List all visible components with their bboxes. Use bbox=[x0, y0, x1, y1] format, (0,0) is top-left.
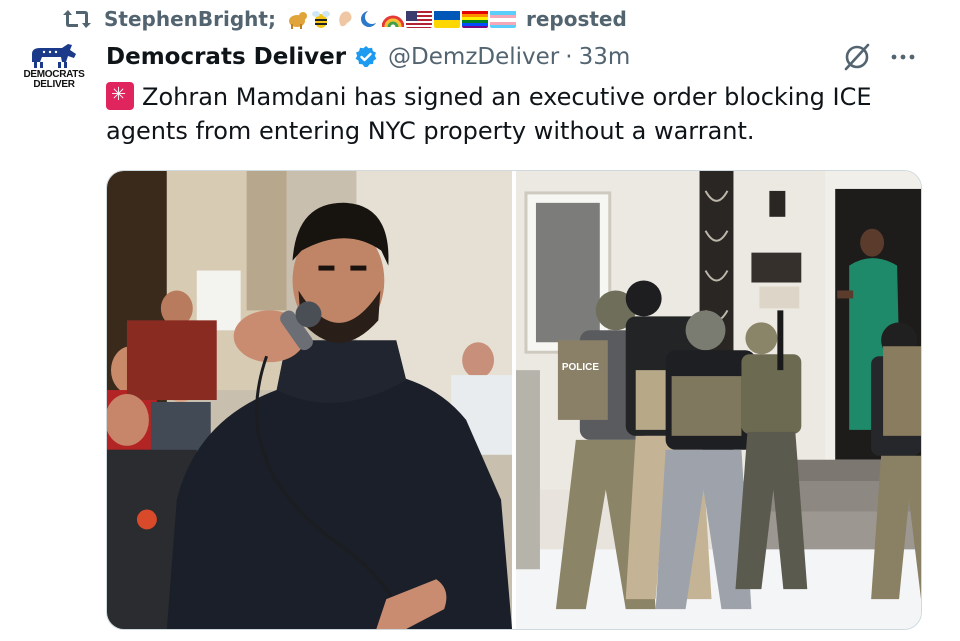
repost-context[interactable]: StephenBright; reposted bbox=[62, 4, 627, 34]
donkey-logo-icon bbox=[32, 44, 76, 68]
police-vest-label: POLICE bbox=[562, 362, 599, 373]
avatar[interactable]: DEMOCRATS DELIVER bbox=[18, 42, 90, 114]
more-options-icon[interactable] bbox=[886, 40, 920, 74]
repost-label: reposted bbox=[525, 7, 627, 31]
media-grid: POLICE bbox=[106, 170, 922, 630]
us-flag-icon bbox=[405, 10, 432, 28]
tweet-timestamp[interactable]: 33m bbox=[579, 44, 631, 70]
author-handle[interactable]: @DemzDeliver bbox=[388, 44, 559, 70]
siren-icon bbox=[106, 82, 134, 110]
ukraine-flag-icon bbox=[433, 10, 460, 28]
tweet-body: Zohran Mamdani has signed an executive o… bbox=[106, 83, 872, 145]
verified-badge-icon[interactable] bbox=[354, 45, 378, 69]
trans-flag-icon bbox=[489, 10, 516, 28]
bee-emoji-icon bbox=[310, 9, 332, 29]
ear-emoji-icon bbox=[334, 9, 356, 29]
tweet-header: Democrats Deliver @DemzDeliver · 33m bbox=[106, 40, 920, 74]
tweet-text: Zohran Mamdani has signed an executive o… bbox=[106, 80, 926, 148]
reposter-emoji-row bbox=[286, 9, 516, 29]
rainbow-emoji-icon bbox=[381, 9, 405, 29]
moon-emoji-icon bbox=[358, 9, 380, 29]
reposter-name[interactable]: StephenBright; bbox=[104, 7, 276, 31]
author-display-name[interactable]: Democrats Deliver bbox=[106, 44, 346, 70]
repost-icon bbox=[62, 7, 94, 31]
man-speaking-into-microphone-photo[interactable] bbox=[107, 171, 512, 629]
pride-flag-icon bbox=[461, 10, 488, 28]
grok-icon[interactable] bbox=[840, 40, 874, 74]
agents-at-house-door-photo[interactable]: POLICE bbox=[516, 171, 921, 629]
header-separator: · bbox=[565, 44, 573, 70]
dog-emoji-icon bbox=[286, 9, 308, 29]
avatar-text-line2: DELIVER bbox=[33, 79, 75, 90]
